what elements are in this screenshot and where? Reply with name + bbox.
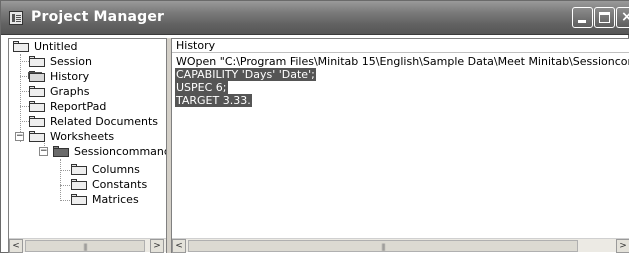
tree-item-label: Constants — [92, 178, 148, 191]
scroll-left-button[interactable]: < — [172, 239, 186, 253]
folder-icon — [13, 41, 29, 52]
collapse-worksheets-toggle[interactable]: − — [15, 132, 24, 141]
tree-item-label: Sessioncommands.M — [74, 145, 166, 158]
scroll-right-button[interactable]: > — [616, 239, 629, 253]
history-line-selected[interactable]: USPEC 6; — [175, 81, 228, 94]
tree-item-label: ReportPad — [50, 100, 107, 113]
close-icon: × — [621, 9, 629, 25]
window-title: Project Manager — [31, 9, 165, 25]
tree-item-label: Related Documents — [50, 115, 158, 128]
tree-item-label: Worksheets — [50, 130, 115, 143]
folder-icon — [29, 116, 45, 127]
minimize-button[interactable] — [572, 7, 593, 28]
folder-icon — [71, 194, 87, 205]
title-bar[interactable]: Project Manager × — [1, 1, 629, 35]
scroll-left-button[interactable]: < — [9, 239, 23, 253]
tree-item-label: History — [50, 70, 90, 83]
folder-icon — [29, 56, 45, 67]
worksheet-icon — [53, 146, 69, 157]
scroll-thumb[interactable]: ||| — [25, 240, 145, 252]
project-manager-icon — [9, 11, 23, 25]
tree-line — [20, 76, 29, 77]
tree-line — [20, 106, 29, 107]
close-button[interactable]: × — [616, 7, 629, 28]
tree-line — [60, 185, 70, 186]
folder-icon — [29, 131, 45, 142]
history-folder-icon — [29, 71, 45, 82]
history-header: History — [172, 39, 629, 53]
tree-line — [20, 121, 29, 122]
history-line-selected[interactable]: TARGET 3.33. — [175, 94, 252, 107]
folder-icon — [71, 164, 87, 175]
tree-item-label: Matrices — [92, 193, 139, 206]
tree-item-label: Columns — [92, 163, 140, 176]
project-manager-window: Project Manager × Untitled Session Histo… — [0, 0, 629, 253]
tree-line — [60, 170, 70, 171]
scroll-grip-icon: ||| — [82, 243, 88, 251]
tree-item-worksheets[interactable]: − Worksheets — [15, 129, 165, 144]
tree-item-sessioncommands[interactable]: − Sessioncommands.M — [39, 144, 166, 159]
tree-line — [60, 200, 70, 201]
folder-icon — [71, 179, 87, 190]
tree-item-label: Session — [50, 55, 92, 68]
tree-line — [20, 91, 29, 92]
history-pane[interactable]: History WOpen "C:\Program Files\Minitab … — [171, 38, 629, 253]
scroll-right-button[interactable]: > — [150, 239, 164, 253]
tree-item-label: Graphs — [50, 85, 90, 98]
collapse-sessioncommands-toggle[interactable]: − — [39, 147, 48, 156]
scroll-grip-icon: ||| — [380, 243, 386, 251]
project-tree-pane[interactable]: Untitled Session History Graphs ReportPa… — [8, 38, 167, 253]
history-horizontal-scrollbar[interactable]: < ||| > — [172, 238, 629, 253]
scroll-thumb[interactable]: ||| — [188, 240, 578, 252]
history-line-selected[interactable]: CAPABILITY 'Days' 'Date'; — [175, 68, 316, 81]
tree-item-label: Untitled — [34, 40, 78, 53]
folder-icon — [29, 86, 45, 97]
minimize-icon — [578, 20, 586, 23]
tree-line — [60, 159, 61, 201]
tree-horizontal-scrollbar[interactable]: < ||| > — [9, 238, 166, 253]
folder-icon — [29, 101, 45, 112]
tree-line — [20, 61, 29, 62]
history-line[interactable]: WOpen "C:\Program Files\Minitab 15\Engli… — [175, 55, 629, 68]
maximize-button[interactable] — [594, 7, 615, 28]
maximize-icon — [599, 12, 610, 23]
